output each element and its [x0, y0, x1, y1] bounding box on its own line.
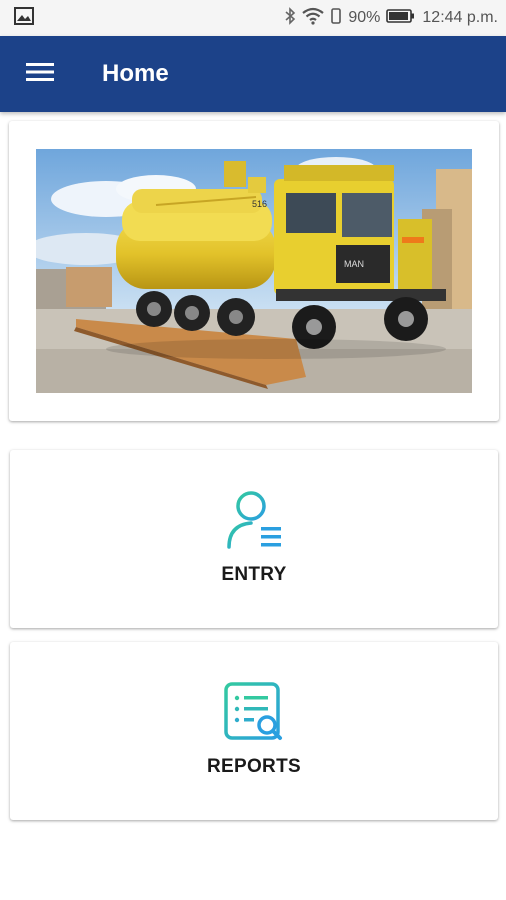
- battery-icon: [386, 8, 416, 29]
- reports-label[interactable]: REPORTS: [207, 756, 301, 778]
- hamburger-menu-icon[interactable]: [26, 62, 54, 87]
- user-list-icon[interactable]: [222, 488, 286, 552]
- app-bar: Home: [0, 36, 506, 112]
- entry-tile[interactable]: ENTRY: [10, 450, 498, 628]
- entry-label[interactable]: ENTRY: [221, 564, 286, 586]
- battery-percent: 90%: [348, 9, 381, 26]
- vibrate-icon: [330, 7, 342, 30]
- bluetooth-icon: [284, 6, 296, 30]
- truck-photo: 516 MAN: [36, 149, 472, 393]
- hero-card: 516 MAN: [9, 121, 499, 421]
- clock: 12:44 p.m.: [422, 9, 498, 26]
- svg-text:MAN: MAN: [344, 259, 364, 269]
- svg-text:516: 516: [252, 199, 267, 209]
- image-notification-icon: [14, 6, 34, 30]
- reports-tile[interactable]: REPORTS: [10, 642, 498, 820]
- report-search-icon[interactable]: [222, 680, 286, 744]
- page-title: Home: [102, 60, 169, 87]
- status-bar: 90% 12:44 p.m.: [0, 0, 506, 36]
- wifi-icon: [302, 7, 325, 30]
- menu-button[interactable]: [0, 36, 80, 112]
